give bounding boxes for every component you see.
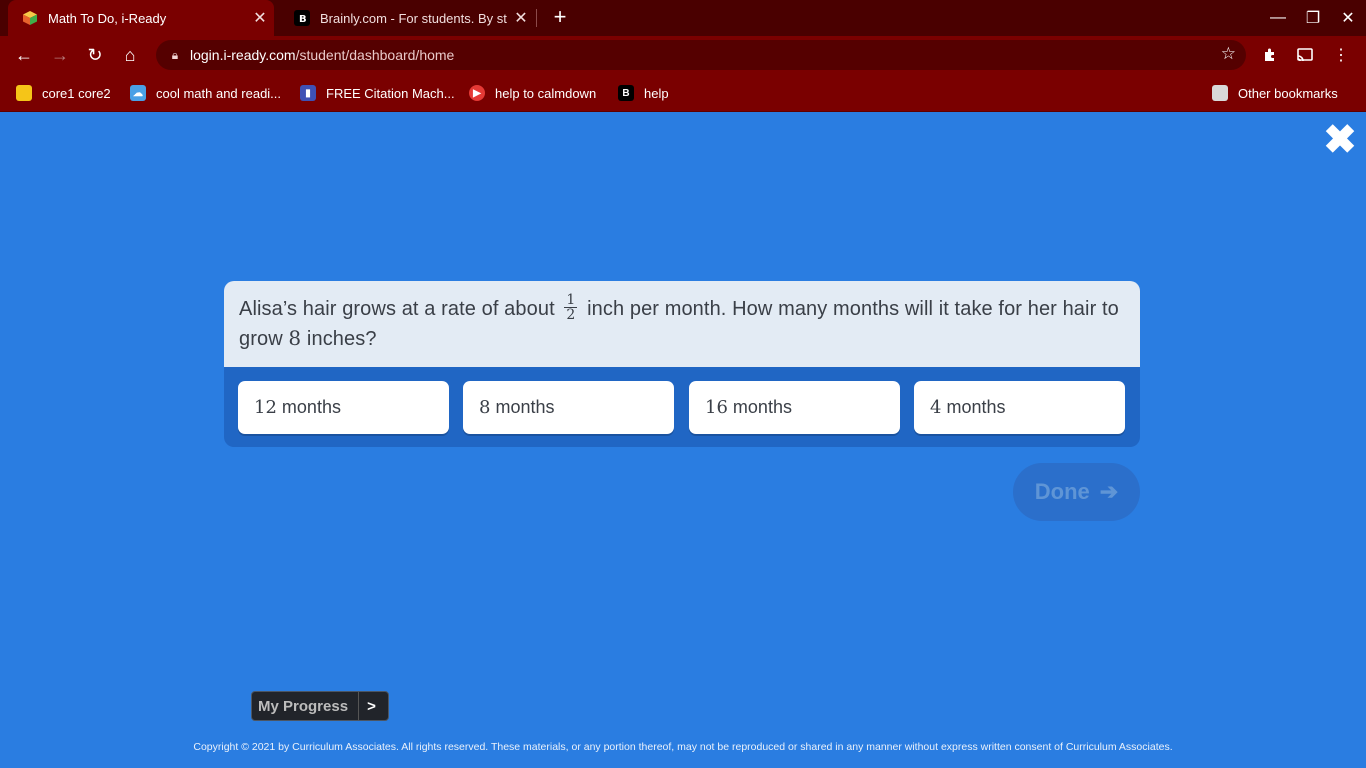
answer-number: 8: [479, 397, 491, 418]
tab-close-icon[interactable]: ✕: [507, 8, 535, 28]
copyright-notice: Copyright © 2021 by Curriculum Associate…: [193, 741, 1173, 753]
other-bookmarks-label: Other bookmarks: [1238, 85, 1338, 101]
answer-choice-4-months[interactable]: 4 months: [914, 381, 1125, 434]
tab-iready[interactable]: Math To Do, i-Ready ✕: [8, 0, 274, 36]
my-progress-label: My Progress: [258, 697, 349, 715]
bookmark-label: help: [644, 85, 669, 101]
close-lesson-icon[interactable]: ✖: [1322, 120, 1358, 160]
cast-icon[interactable]: [1291, 41, 1319, 69]
bookmark-cool-math[interactable]: ☁ cool math and readi...: [130, 83, 281, 103]
bookmark-label: core1 core2: [42, 85, 111, 101]
question-part-3: inches?: [306, 328, 377, 351]
bookmarks-bar: core1 core2 ☁ cool math and readi... ▮ F…: [0, 74, 1366, 112]
other-bookmarks[interactable]: Other bookmarks: [1212, 83, 1338, 103]
tab-separator: [536, 9, 537, 27]
minimize-button[interactable]: —: [1260, 0, 1296, 36]
youtube-play-icon: ▶: [469, 85, 485, 101]
answer-choice-8-months[interactable]: 8 months: [463, 381, 674, 434]
url-host: login.i-ready.com: [190, 47, 296, 63]
done-button[interactable]: Done ➔: [1013, 463, 1140, 521]
question-card: Alisa’s hair grows at a rate of about 1 …: [224, 281, 1140, 367]
lock-icon[interactable]: 🔒︎: [160, 48, 190, 63]
tab-strip: Math To Do, i-Ready ✕ B Brainly.com - Fo…: [0, 0, 1366, 36]
bookmark-label: FREE Citation Mach...: [326, 85, 455, 101]
fraction-denominator: 2: [566, 307, 576, 324]
url-path: /student/dashboard/home: [295, 47, 455, 63]
menu-kebab-icon[interactable]: ⋮: [1327, 41, 1355, 69]
fraction-one-half: 1 2: [564, 292, 578, 324]
answer-choice-12-months[interactable]: 12 months: [238, 381, 449, 434]
brainly-icon: B: [618, 85, 634, 101]
bookmark-core[interactable]: core1 core2: [16, 83, 111, 103]
answer-number: 4: [930, 397, 942, 418]
question-part-1: Alisa’s hair grows at a rate of about: [239, 298, 555, 320]
done-label: Done: [1034, 479, 1090, 504]
answer-choices: 12 months 8 months 16 months 4 months: [224, 367, 1140, 447]
answer-unit: months: [495, 397, 555, 417]
bookmark-star-icon[interactable]: ☆: [1221, 44, 1236, 64]
home-button[interactable]: ⌂: [116, 41, 144, 69]
question-number: 8: [288, 326, 302, 351]
bookmark-cloud-icon: ☁: [130, 85, 146, 101]
bookmark-citation[interactable]: ▮ FREE Citation Mach...: [300, 83, 455, 103]
new-tab-button[interactable]: +: [548, 4, 572, 32]
reload-button[interactable]: ↻: [81, 41, 109, 69]
answer-unit: months: [281, 397, 341, 417]
tab-title: Math To Do, i-Ready: [48, 10, 167, 26]
restore-button[interactable]: ❐: [1295, 0, 1331, 36]
tab-close-icon[interactable]: ✕: [246, 8, 274, 28]
question-text: Alisa’s hair grows at a rate of about 1 …: [239, 292, 1125, 354]
bookmark-image-icon: [16, 85, 32, 101]
iready-cube-icon: [23, 11, 37, 25]
address-bar[interactable]: 🔒︎ login.i-ready.com/student/dashboard/h…: [156, 40, 1246, 70]
chevron-right-icon[interactable]: >: [358, 692, 384, 720]
arrow-right-icon: ➔: [1099, 479, 1119, 504]
bookmark-label: help to calmdown: [495, 85, 597, 101]
bookmark-calmdown[interactable]: ▶ help to calmdown: [469, 83, 596, 103]
forward-button[interactable]: →: [46, 41, 74, 69]
tab-brainly[interactable]: B Brainly.com - For students. By student…: [280, 0, 535, 36]
fraction-numerator: 1: [564, 292, 578, 309]
window-close-button[interactable]: ✕: [1330, 0, 1366, 36]
svg-text:B: B: [299, 14, 307, 25]
bookmark-label: cool math and readi...: [156, 85, 282, 101]
tab-title: Brainly.com - For students. By students: [320, 10, 507, 26]
answer-unit: months: [732, 397, 792, 417]
back-button[interactable]: ←: [10, 41, 38, 69]
folder-icon: [1212, 85, 1228, 101]
url-text[interactable]: login.i-ready.com/student/dashboard/home: [190, 47, 454, 63]
answer-number: 12: [254, 397, 277, 418]
browser-toolbar: ← → ↻ ⌂ 🔒︎ login.i-ready.com/student/das…: [0, 36, 1366, 74]
bookmark-book-icon: ▮: [300, 85, 316, 101]
answer-unit: months: [946, 397, 1006, 417]
extensions-puzzle-icon[interactable]: [1256, 41, 1284, 69]
brainly-icon: B: [294, 10, 310, 26]
answer-number: 16: [705, 397, 728, 418]
answer-choice-16-months[interactable]: 16 months: [689, 381, 900, 434]
bookmark-help[interactable]: B help: [618, 83, 669, 103]
my-progress-button[interactable]: My Progress >: [251, 691, 389, 721]
